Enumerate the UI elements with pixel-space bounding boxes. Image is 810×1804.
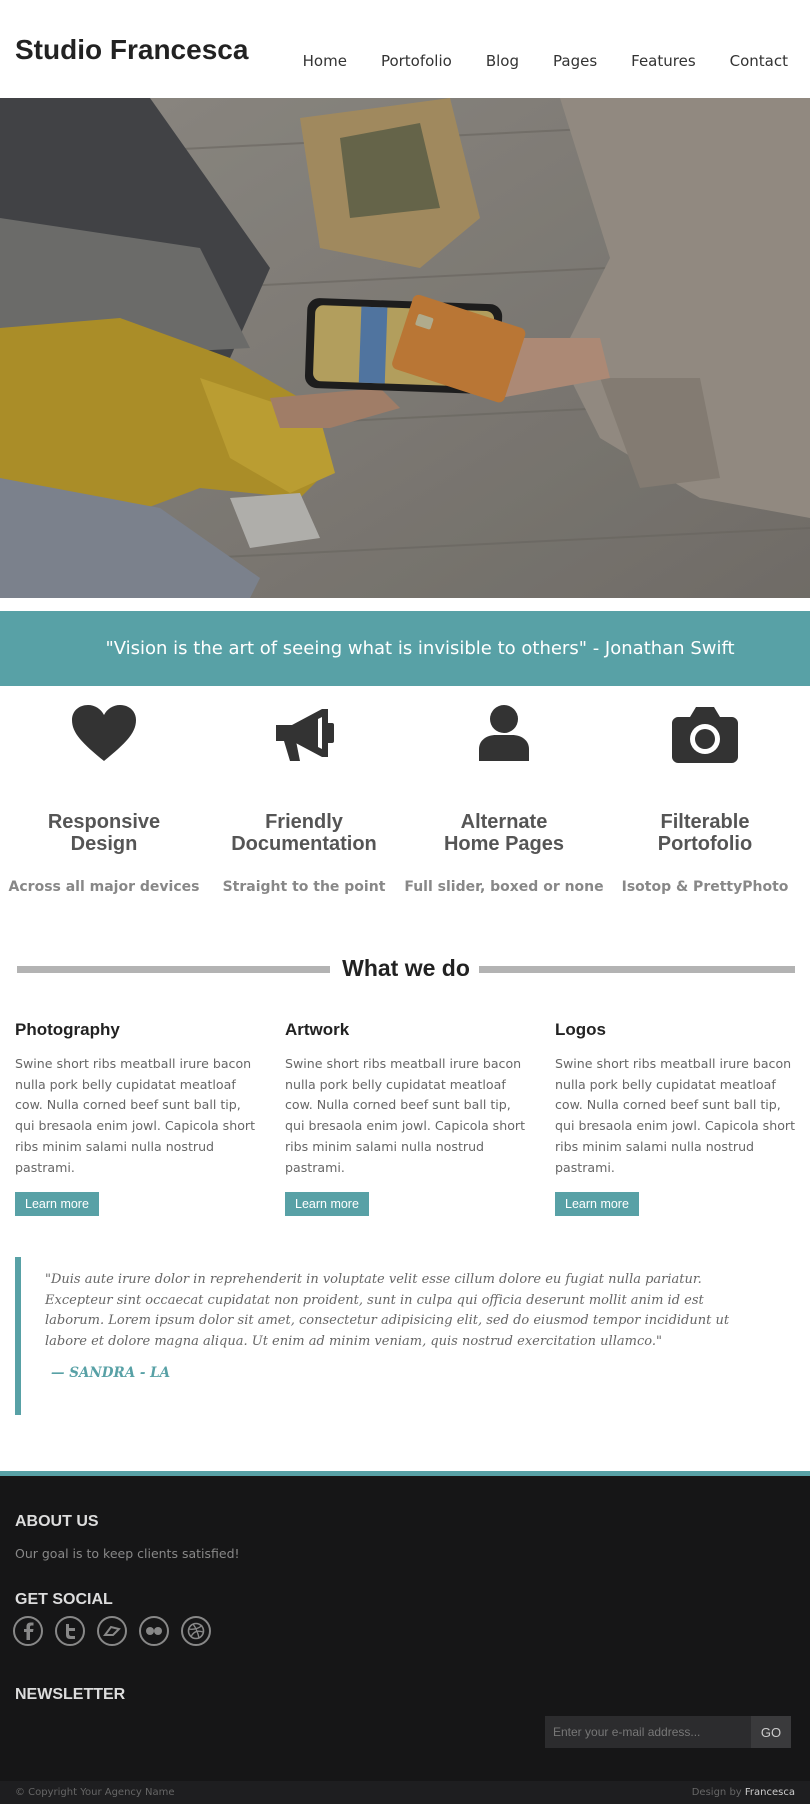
learn-more-button[interactable]: Learn more xyxy=(555,1192,639,1217)
about-text: Our goal is to keep clients satisfied! xyxy=(15,1546,240,1561)
testimonial: "Duis aute irure dolor in reprehenderit … xyxy=(15,1257,805,1415)
camera-icon xyxy=(672,705,738,767)
section-heading: What we do xyxy=(17,955,795,985)
site-header: Studio Francesca Home Portofolio Blog Pa… xyxy=(0,0,810,98)
service-photography: Photography Swine short ribs meatball ir… xyxy=(15,1020,260,1217)
social-links xyxy=(13,1616,211,1646)
testimonial-author: — SANDRA - LA xyxy=(51,1365,171,1381)
twitter-icon[interactable] xyxy=(55,1616,85,1646)
feature-title: Portofolio xyxy=(657,833,753,855)
nav-portofolio[interactable]: Portofolio xyxy=(364,52,469,70)
quote-text: "Vision is the art of seeing what is inv… xyxy=(105,638,735,659)
feature-subtitle: Straight to the point xyxy=(222,879,386,895)
bottom-bar: © Copyright Your Agency Name Design by F… xyxy=(0,1781,810,1804)
feature-title: Responsive xyxy=(47,811,161,833)
service-text: Swine short ribs meatball irure bacon nu… xyxy=(285,1056,526,1175)
feature-title: Friendly xyxy=(265,811,343,833)
service-text: Swine short ribs meatball irure bacon nu… xyxy=(15,1056,256,1175)
feature-title: Filterable xyxy=(660,811,750,833)
feature-documentation: Friendly Documentation Straight to the po… xyxy=(203,705,405,895)
feature-title: Design xyxy=(70,833,138,855)
nav-contact[interactable]: Contact xyxy=(713,52,788,70)
nav-home[interactable]: Home xyxy=(286,52,364,70)
feature-title: Documentation xyxy=(231,833,377,855)
service-title: Photography xyxy=(15,1020,120,1039)
service-title: Logos xyxy=(555,1020,606,1039)
designer-link[interactable]: Francesca xyxy=(745,1787,795,1798)
nav-features[interactable]: Features xyxy=(614,52,713,70)
newsletter-form: GO xyxy=(545,1716,791,1748)
user-icon xyxy=(479,705,529,765)
site-logo[interactable]: Studio Francesca xyxy=(15,34,248,66)
learn-more-button[interactable]: Learn more xyxy=(15,1192,99,1217)
testimonial-quote: "Duis aute irure dolor in reprehenderit … xyxy=(45,1272,730,1349)
learn-more-button[interactable]: Learn more xyxy=(285,1192,369,1217)
delicious-icon[interactable] xyxy=(97,1616,127,1646)
feature-responsive: Responsive Design Across all major device… xyxy=(3,705,205,895)
design-credit: Design by Francesca xyxy=(692,1787,795,1798)
features-section: Responsive Design Across all major device… xyxy=(0,705,810,905)
nav-pages[interactable]: Pages xyxy=(536,52,614,70)
feature-home-pages: Alternate Home Pages Full slider, boxed o… xyxy=(403,705,605,895)
newsletter-go-button[interactable]: GO xyxy=(751,1716,791,1748)
feature-subtitle: Full slider, boxed or none xyxy=(404,879,604,895)
service-artwork: Artwork Swine short ribs meatball irure … xyxy=(285,1020,530,1217)
megaphone-icon xyxy=(272,705,336,769)
main-nav: Home Portofolio Blog Pages Features Cont… xyxy=(286,52,788,70)
service-logos: Logos Swine short ribs meatball irure ba… xyxy=(555,1020,800,1217)
service-text: Swine short ribs meatball irure bacon nu… xyxy=(555,1056,796,1175)
hero-image xyxy=(0,98,810,598)
social-title: GET SOCIAL xyxy=(15,1591,113,1608)
flickr-icon[interactable] xyxy=(139,1616,169,1646)
section-title: What we do xyxy=(342,955,470,981)
feature-subtitle: Isotop & PrettyPhoto xyxy=(621,879,789,895)
feature-title: Alternate xyxy=(460,811,548,833)
about-title: ABOUT US xyxy=(15,1513,99,1530)
service-title: Artwork xyxy=(285,1020,350,1039)
feature-portofolio: Filterable Portofolio Isotop & PrettyPhot… xyxy=(604,705,806,895)
facebook-icon[interactable] xyxy=(13,1616,43,1646)
dribbble-icon[interactable] xyxy=(181,1616,211,1646)
newsletter-title: NEWSLETTER xyxy=(15,1686,126,1703)
design-by-label: Design by xyxy=(691,1787,742,1798)
feature-title: Home Pages xyxy=(443,833,565,855)
feature-subtitle: Across all major devices xyxy=(8,879,200,895)
quote-banner: "Vision is the art of seeing what is inv… xyxy=(0,611,810,686)
site-footer: ABOUT US Our goal is to keep clients sat… xyxy=(0,1476,810,1781)
nav-blog[interactable]: Blog xyxy=(469,52,536,70)
newsletter-email-input[interactable] xyxy=(545,1716,751,1748)
copyright-text: © Copyright Your Agency Name xyxy=(15,1787,175,1798)
heart-icon xyxy=(72,705,136,767)
